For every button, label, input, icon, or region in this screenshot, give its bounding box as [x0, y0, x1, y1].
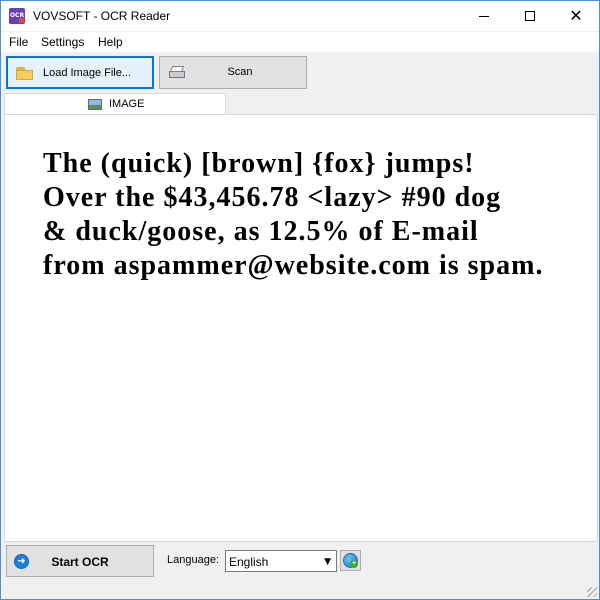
image-text-line: The (quick) [brown] {fox} jumps! — [43, 148, 475, 179]
load-image-button[interactable]: Load Image File... — [6, 56, 154, 89]
language-select[interactable]: English ▼ — [225, 550, 337, 572]
load-image-label: Load Image File... — [42, 67, 132, 79]
maximize-icon — [525, 11, 535, 21]
app-window: OCR VOVSOFT - OCR Reader ✕ File Settings… — [0, 0, 600, 600]
tab-image[interactable]: IMAGE — [4, 93, 226, 115]
maximize-button[interactable] — [507, 1, 553, 31]
close-button[interactable]: ✕ — [553, 1, 599, 31]
scanned-image-text: The (quick) [brown] {fox} jumps! Over th… — [43, 147, 543, 283]
image-text-line: Over the $43,456.78 <lazy> #90 dog — [43, 182, 502, 213]
start-ocr-button[interactable]: ➜ Start OCR — [6, 545, 154, 577]
minimize-button[interactable] — [461, 1, 507, 31]
language-label: Language: — [167, 554, 219, 566]
language-value: English — [229, 555, 269, 569]
menu-help[interactable]: Help — [98, 35, 123, 49]
title-bar[interactable]: OCR VOVSOFT - OCR Reader ✕ — [1, 1, 599, 31]
scan-button[interactable]: Scan — [159, 56, 307, 89]
menu-file[interactable]: File — [9, 35, 28, 49]
image-text-line: from aspammer@website.com is spam. — [43, 250, 544, 281]
window-title: VOVSOFT - OCR Reader — [33, 9, 171, 23]
chevron-down-icon: ▼ — [324, 557, 331, 567]
resize-grip-icon[interactable] — [587, 587, 597, 597]
add-language-button[interactable]: + — [340, 550, 361, 571]
minimize-icon — [479, 15, 489, 17]
status-bar — [1, 584, 599, 599]
start-ocr-label: Start OCR — [51, 555, 109, 569]
globe-add-icon: + — [343, 553, 358, 568]
image-icon — [88, 99, 102, 110]
ocr-app-icon: OCR — [9, 8, 25, 24]
menu-settings[interactable]: Settings — [41, 35, 84, 49]
scan-label: Scan — [227, 66, 253, 78]
image-preview-panel: The (quick) [brown] {fox} jumps! Over th… — [4, 114, 598, 542]
image-text-line: & duck/goose, as 12.5% of E-mail — [43, 216, 479, 247]
menu-bar: File Settings Help — [1, 32, 599, 52]
tab-image-label: IMAGE — [109, 98, 145, 110]
close-icon: ✕ — [569, 6, 583, 25]
